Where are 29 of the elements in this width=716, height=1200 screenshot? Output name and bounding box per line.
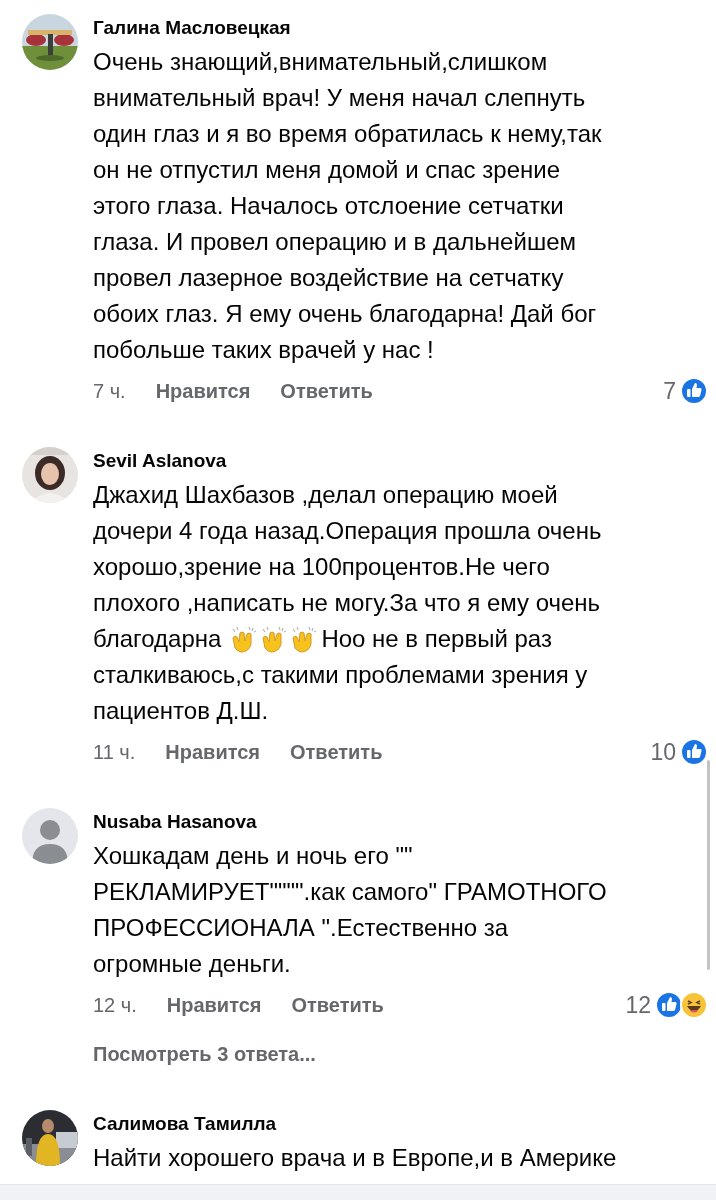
comment-text: Хошкадам день и ночь его "" РЕКЛАМИРУЕТ"""".как самого" ГРАМОТНОГО ПРОФЕССИОНАЛА ".Естественно за огромные деньги. [93, 841, 607, 979]
author-name[interactable]: Галина Масловецкая [93, 16, 291, 40]
like-icon [655, 991, 683, 1019]
comment-text: Ноо не в первый раз [321, 624, 552, 654]
author-name[interactable]: Салимова Тамилла [93, 1112, 277, 1136]
author-name[interactable]: Nusaba Hasanova [93, 810, 257, 834]
reaction-count[interactable]: 10 [650, 738, 676, 766]
comment-text: сталкиваюсь,с такими проблемами зрения у пациентов Д.Ш. [93, 660, 588, 726]
view-replies-link[interactable]: Посмотреть 3 ответа... [93, 1040, 316, 1068]
reaction-count[interactable]: 12 [625, 991, 651, 1019]
scrollbar[interactable] [707, 760, 710, 970]
timestamp: 7 ч. [93, 379, 126, 404]
like-icon [680, 377, 708, 405]
reply-link[interactable]: Ответить [290, 738, 383, 766]
timestamp: 11 ч. [93, 740, 136, 765]
comment-text: Найти хорошего врача и в Европе,и в Америке [93, 1143, 617, 1173]
like-icon [680, 738, 708, 766]
timestamp: 12 ч. [93, 993, 137, 1018]
comment-text: Очень знающий,внимательный,слишком внимательный врач! У меня начал слепнуть один глаз и я во время обратилась к нему,так он не отпустил меня домой и спас зрение этого глаза. Началось отслоение сетчатки глаза. И провел операцию и в дальнейшем провел лазерное воздействие на сетчатку обоих глаз. Я ему очень благодарна! Дай бог побольше таких врачей у нас ! [93, 47, 602, 365]
reaction-count[interactable]: 7 [663, 377, 676, 405]
like-link[interactable]: Нравится [155, 377, 251, 405]
author-name[interactable]: Sevil Aslanova [93, 449, 227, 473]
reply-link[interactable]: Ответить [291, 991, 384, 1019]
laughing-face-icon [680, 991, 708, 1019]
reply-link[interactable]: Ответить [280, 377, 373, 405]
comment-text: благодарна [93, 624, 222, 654]
like-link[interactable]: Нравится [166, 991, 262, 1019]
like-link[interactable]: Нравится [165, 738, 260, 766]
avatar-icon [22, 808, 78, 864]
